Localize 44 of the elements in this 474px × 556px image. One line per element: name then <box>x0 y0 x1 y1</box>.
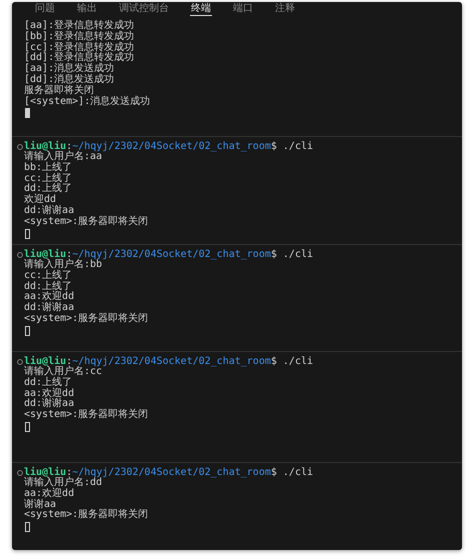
terminal-output-line: [cc]:登录信息转发成功 <box>24 42 134 53</box>
panel-tab[interactable]: 调试控制台 <box>118 2 170 16</box>
terminal-output-line: <system>:服务器即将关闭 <box>24 410 148 421</box>
terminal-output-line: <system>:服务器即将关闭 <box>24 314 148 325</box>
terminal-output-line: [<system>]:消息发送成功 <box>24 96 150 108</box>
terminal-output-line: <system>:服务器即将关闭 <box>24 216 148 228</box>
terminal-output-line: [dd]:消息发送成功 <box>24 74 114 85</box>
status-circle-icon <box>17 470 23 476</box>
panel-tab[interactable]: 问题 <box>34 2 56 16</box>
terminal-output-line: dd:谢谢aa <box>24 399 74 410</box>
terminal-output-line: 服务器即将关闭 <box>24 86 94 96</box>
terminal-output-line: [aa]:消息发送成功 <box>24 64 114 74</box>
terminal-output-line: [bb]:登录信息转发成功 <box>24 32 134 42</box>
terminal-output-line: cc:上线了 <box>24 174 72 184</box>
terminal-output-line: aa:欢迎dd <box>24 388 74 399</box>
panel-tab[interactable]: 终端 <box>190 2 212 16</box>
terminal-output-line: 请输入用户名:bb <box>24 260 102 270</box>
status-circle-icon <box>17 144 23 150</box>
terminal-output-line: dd:上线了 <box>24 184 72 194</box>
terminal-output-line: dd:上线了 <box>24 378 72 388</box>
status-circle-icon <box>17 252 23 258</box>
prompt-line: liu@liu:~/hqyj/2302/04Socket/02_chat_room$ ./cli <box>24 249 314 260</box>
terminal-output-line: 请输入用户名:dd <box>24 478 102 488</box>
terminal-output-line: dd:上线了 <box>24 282 72 292</box>
terminal-output-line: 请输入用户名:aa <box>24 152 102 162</box>
panel-tab[interactable]: 输出 <box>76 2 98 16</box>
terminal-output-line: dd:谢谢aa <box>24 303 74 314</box>
terminal-output-line: dd:谢谢aa <box>24 206 74 217</box>
terminal-output-line: 欢迎dd <box>24 195 56 206</box>
terminal-output-line: aa:欢迎dd <box>24 292 74 302</box>
panel-tab[interactable]: 端口 <box>232 2 254 16</box>
terminal-output-line: [aa]:登录信息转发成功 <box>24 21 134 31</box>
prompt-line: liu@liu:~/hqyj/2302/04Socket/02_chat_room$ ./cli <box>24 356 314 367</box>
terminal-output-line: bb:上线了 <box>24 162 72 173</box>
terminal-output-line: aa:欢迎dd <box>24 488 74 499</box>
prompt-line: liu@liu:~/hqyj/2302/04Socket/02_chat_room$ ./cli <box>24 467 314 478</box>
terminal-output-line: cc:上线了 <box>24 270 72 281</box>
prompt-line: liu@liu:~/hqyj/2302/04Socket/02_chat_room$ ./cli <box>24 141 314 152</box>
terminal-output-line: [dd]:登录信息转发成功 <box>24 53 134 64</box>
terminal-output-line: 谢谢aa <box>24 500 56 510</box>
status-circle-icon <box>17 358 23 364</box>
terminal-output-line: <system>:服务器即将关闭 <box>24 510 148 522</box>
panel-tab[interactable]: 注释 <box>274 2 296 16</box>
terminal-output-line: 请输入用户名:cc <box>24 367 102 377</box>
